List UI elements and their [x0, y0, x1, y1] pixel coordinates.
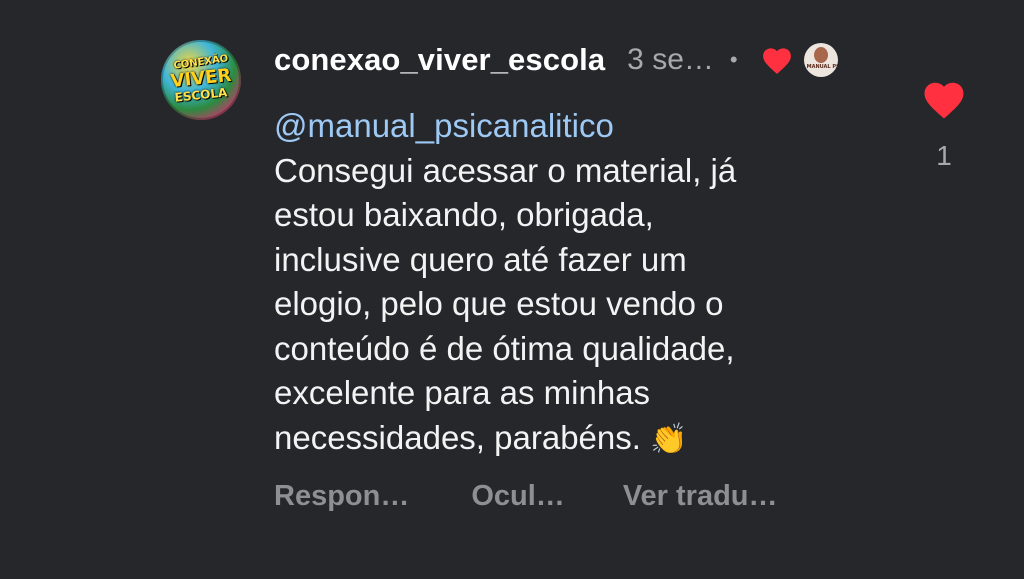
reply-button[interactable]: Respon…	[274, 480, 409, 513]
like-column: 1	[918, 78, 970, 172]
creator-avatar-caption: MANUAL PSICO	[806, 64, 838, 70]
hide-button[interactable]: Ocul…	[471, 480, 564, 513]
timestamp: 3 se…	[627, 43, 714, 76]
user-avatar[interactable]: CONEXÃO VIVER ESCOLA	[161, 40, 241, 120]
creator-avatar: MANUAL PSICO	[803, 43, 838, 77]
comment-body: @manual_psicanalitico Consegui acessar o…	[274, 104, 874, 462]
red-heart-icon	[762, 48, 791, 74]
comment-text-last-line: necessidades, parabéns. 👏	[274, 416, 874, 463]
comment-actions: Respon… Ocul… Ver tradu…	[274, 476, 778, 516]
see-translation-button[interactable]: Ver tradu…	[623, 480, 778, 513]
like-count: 1	[936, 140, 952, 171]
comment-header: conexao_viver_escola 3 se… • MANUAL PSIC…	[274, 40, 838, 80]
heart-icon[interactable]	[920, 78, 968, 120]
comment-text-line: inclusive quero até fazer um	[274, 240, 687, 278]
clapping-hands-emoji: 👏	[650, 422, 688, 456]
username[interactable]: conexao_viver_escola	[274, 42, 605, 78]
creator-face	[813, 47, 828, 63]
comment-text-line: elogio, pelo que estou vendo o	[274, 285, 724, 322]
comment-text-line: Consegui acessar o material, já	[274, 151, 737, 189]
comment-text-line: excelente para as minhas	[274, 374, 651, 411]
comment-text-line: estou baixando, obrigada,	[274, 196, 654, 233]
comment-text-line: conteúdo é de ótima qualidade,	[274, 329, 735, 367]
comment-text-line: necessidades, parabéns.	[274, 418, 641, 456]
separator-dot: •	[729, 47, 738, 72]
mention-link[interactable]: @manual_psicanalitico	[274, 104, 874, 149]
comment-item: CONEXÃO VIVER ESCOLA conexao_viver_escol…	[0, 0, 1024, 579]
